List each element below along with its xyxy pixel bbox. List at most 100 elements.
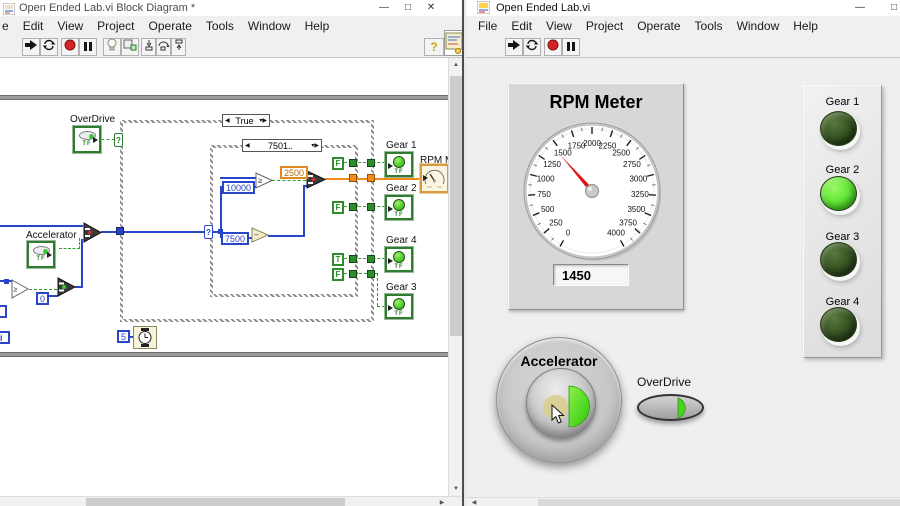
run-continuous-button[interactable]: [523, 38, 541, 56]
scroll-right-arrow[interactable]: ▶: [436, 497, 448, 506]
scroll-left-arrow[interactable]: ◀: [468, 498, 480, 506]
horizontal-scrollbar[interactable]: ◀: [466, 497, 900, 506]
menu-operate[interactable]: Operate: [142, 16, 199, 37]
subtract-function[interactable]: −: [251, 227, 270, 248]
numeric-constant[interactable]: [0, 305, 7, 318]
tunnel[interactable]: [367, 203, 375, 211]
tunnel[interactable]: [367, 255, 375, 263]
tunnel[interactable]: [349, 174, 357, 182]
case-dropdown-icon[interactable]: ▾▶: [311, 142, 319, 149]
scrollbar-thumb[interactable]: [538, 499, 900, 506]
scrollbar-thumb[interactable]: [86, 498, 345, 506]
tunnel[interactable]: [367, 270, 375, 278]
run-button[interactable]: [505, 38, 523, 56]
menu-window[interactable]: Window: [730, 16, 787, 37]
case-selector-label-range[interactable]: ◀ 7501.. ▾▶: [242, 139, 322, 152]
diagram-canvas[interactable]: ◀ True ▾▶ ◀ 7501.. ▾▶ ? ? OverDrive TF A…: [0, 58, 448, 496]
case-selector-label-true[interactable]: ◀ True ▾▶: [222, 114, 270, 127]
while-loop-bottom-border[interactable]: [0, 352, 448, 357]
menu-view[interactable]: View: [539, 16, 579, 37]
numeric-constant[interactable]: 2500: [280, 166, 309, 179]
scrollbar-thumb[interactable]: [450, 76, 462, 336]
menu-help[interactable]: Help: [786, 16, 825, 37]
retain-wire-values-button[interactable]: [121, 38, 139, 56]
numeric-constant[interactable]: 0: [36, 292, 50, 305]
menu-operate[interactable]: Operate: [630, 16, 687, 37]
highlight-execution-button[interactable]: [103, 38, 121, 56]
menu-edit[interactable]: Edit: [504, 16, 539, 37]
tunnel[interactable]: [349, 203, 357, 211]
tunnel[interactable]: [349, 270, 357, 278]
vertical-scrollbar[interactable]: ▲ ▼: [448, 58, 462, 496]
step-over-button[interactable]: [156, 38, 171, 56]
terminal-label[interactable]: OverDrive: [70, 114, 115, 125]
case-prev-icon[interactable]: ◀: [225, 117, 230, 124]
terminal-label[interactable]: Gear 3: [386, 282, 417, 293]
tunnel[interactable]: [367, 159, 375, 167]
iteration-terminal[interactable]: i: [0, 331, 10, 344]
tunnel[interactable]: [116, 227, 124, 235]
case-prev-icon[interactable]: ◀: [245, 142, 250, 149]
terminal-label[interactable]: Gear 1: [386, 140, 417, 151]
run-button[interactable]: [22, 38, 40, 56]
maximize-button[interactable]: □: [884, 0, 900, 15]
greater-equal-function[interactable]: ≥: [255, 172, 274, 194]
abort-button[interactable]: [544, 38, 562, 56]
overdrive-terminal[interactable]: TF: [72, 125, 102, 154]
accelerator-terminal[interactable]: TF: [26, 240, 56, 269]
rpm-meter-terminal[interactable]: [419, 163, 448, 194]
select-function[interactable]: [57, 277, 77, 302]
gear4-terminal[interactable]: TF: [384, 246, 414, 273]
gear2-terminal[interactable]: TF: [384, 194, 414, 221]
case-selector-terminal[interactable]: ?: [204, 225, 213, 239]
gear3-terminal[interactable]: TF: [384, 293, 414, 320]
numeric-constant[interactable]: 7500: [221, 232, 250, 245]
tunnel[interactable]: [349, 255, 357, 263]
maximize-button[interactable]: □: [398, 0, 418, 15]
boolean-constant[interactable]: F: [332, 201, 344, 214]
minimize-button[interactable]: —: [850, 0, 870, 15]
scroll-down-arrow[interactable]: ▼: [449, 482, 462, 496]
menu-window[interactable]: Window: [241, 16, 298, 37]
gear1-terminal[interactable]: TF: [384, 151, 414, 178]
close-button[interactable]: ✕: [421, 0, 441, 15]
select-function[interactable]: [306, 170, 327, 194]
menu-tools[interactable]: Tools: [199, 16, 241, 37]
overdrive-green-wedge[interactable]: [677, 397, 690, 419]
accelerator-green-wedge[interactable]: [568, 385, 591, 428]
horizontal-scrollbar[interactable]: ▶: [0, 496, 462, 506]
terminal-label[interactable]: Gear 4: [386, 235, 417, 246]
greater-equal-zero-function[interactable]: ≥: [11, 279, 30, 304]
menu-tools[interactable]: Tools: [688, 16, 730, 37]
pause-button[interactable]: [562, 38, 580, 56]
wait-ms-function[interactable]: [133, 326, 157, 349]
boolean-constant[interactable]: T: [332, 253, 344, 266]
pause-button[interactable]: [79, 38, 97, 56]
tunnel[interactable]: [349, 159, 357, 167]
tunnel[interactable]: [367, 174, 375, 182]
select-function[interactable]: [83, 222, 103, 248]
boolean-constant[interactable]: F: [332, 157, 344, 170]
context-help-button[interactable]: ?: [424, 38, 444, 56]
step-into-button[interactable]: [141, 38, 156, 56]
menu-file[interactable]: e: [0, 16, 16, 37]
numeric-constant[interactable]: 5: [117, 330, 131, 343]
menu-project[interactable]: Project: [90, 16, 141, 37]
abort-button[interactable]: [61, 38, 79, 56]
menu-file[interactable]: File: [471, 16, 504, 37]
run-continuous-button[interactable]: [40, 38, 58, 56]
boolean-constant[interactable]: F: [332, 268, 344, 281]
minimize-button[interactable]: —: [374, 0, 394, 15]
terminal-label[interactable]: Accelerator: [26, 230, 77, 241]
while-loop-top-border[interactable]: [0, 95, 448, 100]
overdrive-switch[interactable]: [637, 394, 704, 421]
vi-icon-pane[interactable]: [444, 30, 462, 56]
numeric-constant[interactable]: 10000: [222, 181, 256, 194]
step-out-button[interactable]: [171, 38, 186, 56]
case-dropdown-icon[interactable]: ▾▶: [259, 117, 267, 124]
scroll-up-arrow[interactable]: ▲: [449, 58, 462, 72]
menu-help[interactable]: Help: [298, 16, 337, 37]
menu-project[interactable]: Project: [579, 16, 630, 37]
terminal-label[interactable]: Gear 2: [386, 183, 417, 194]
menu-edit[interactable]: Edit: [16, 16, 51, 37]
